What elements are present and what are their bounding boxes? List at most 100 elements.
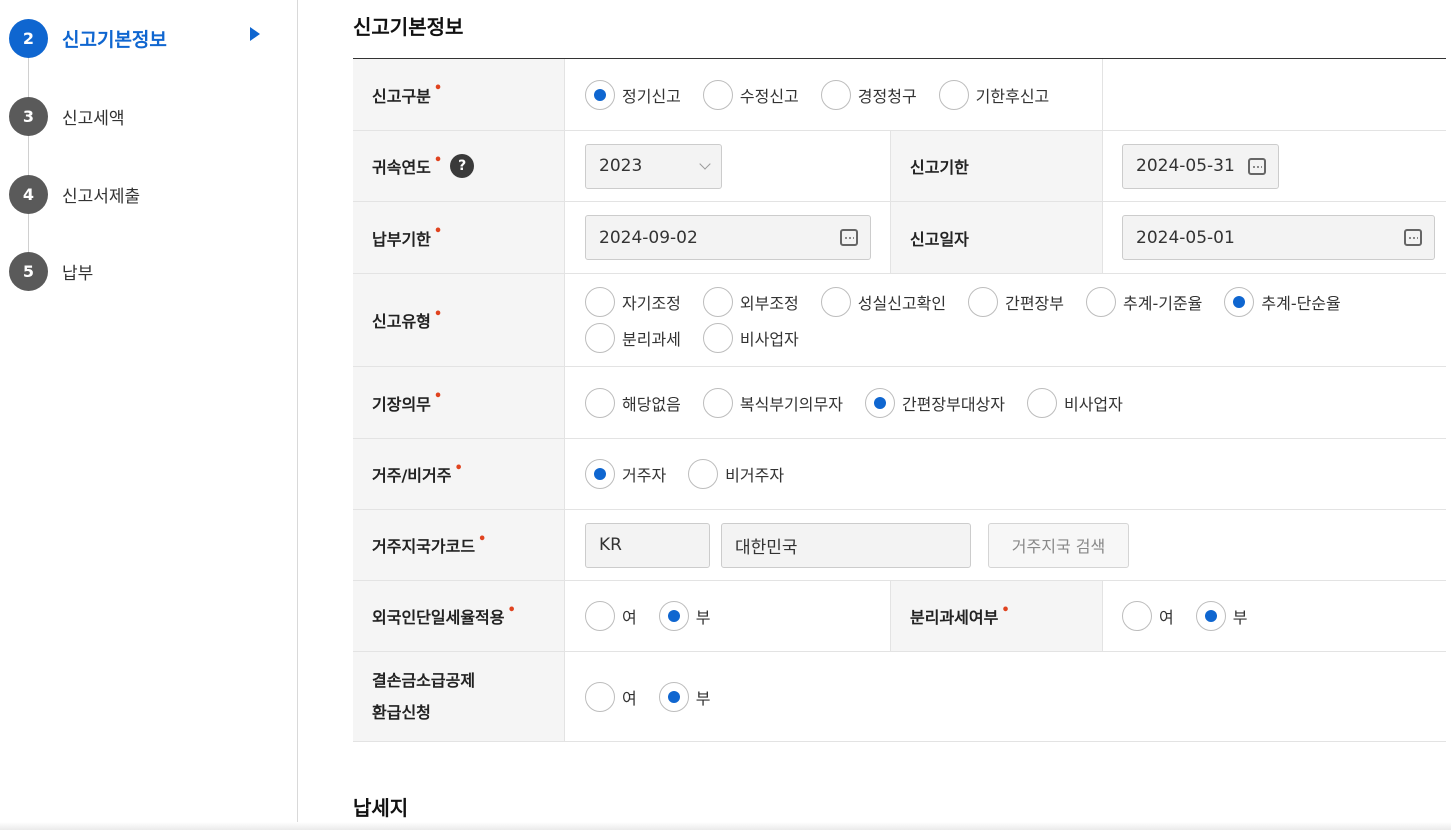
- separate-tax-radio-option[interactable]: 여: [1122, 600, 1174, 632]
- radio-unchecked-icon[interactable]: [1026, 387, 1057, 418]
- step-label: 신고서제출: [62, 187, 141, 207]
- separate-tax-cell: 여부: [1104, 581, 1446, 651]
- radio-unchecked-icon[interactable]: [702, 287, 733, 317]
- step-basic-info[interactable]: 2 신고기본정보: [9, 19, 167, 58]
- radio-unchecked-icon[interactable]: [1122, 601, 1152, 631]
- filing-type-radio-option[interactable]: 간편장부: [968, 286, 1064, 318]
- label-residency: 거주/비거주 •: [353, 439, 565, 509]
- foreign-flat-tax-radio-option[interactable]: 부: [658, 600, 710, 632]
- bookkeeping-cell: 해당없음 복식부기의무자 간편장부대상자 비사업자: [566, 367, 1446, 438]
- label-text: 신고구분: [372, 86, 431, 106]
- radio-label: 외부조정: [739, 294, 799, 313]
- report-type-radio-option[interactable]: 경정청구: [820, 79, 917, 111]
- filing-type-radio-option[interactable]: 비사업자: [702, 322, 799, 354]
- radio-unchecked-icon[interactable]: [938, 79, 969, 110]
- radio-unchecked-icon[interactable]: [702, 79, 733, 110]
- filing-type-radio-option[interactable]: 추계-기준율: [1086, 286, 1202, 318]
- bookkeeping-radio-option[interactable]: 비사업자: [1026, 387, 1123, 419]
- radio-label: 부: [1232, 608, 1248, 627]
- radio-checked-icon[interactable]: [1195, 601, 1226, 631]
- filing-type-radio-option[interactable]: 자기조정: [585, 286, 681, 318]
- radio-label: 해당없음: [622, 394, 681, 414]
- label-text: 귀속연도: [372, 158, 431, 177]
- radio-unchecked-icon[interactable]: [585, 387, 615, 418]
- label-text: 신고유형: [372, 312, 431, 331]
- report-date-field[interactable]: 2024-05-01: [1122, 215, 1435, 260]
- pay-deadline-field[interactable]: 2024-09-02: [585, 215, 871, 260]
- radio-checked-icon[interactable]: [658, 681, 689, 712]
- foreign-flat-tax-radio-option[interactable]: 여: [585, 600, 637, 632]
- radio-label: 기한후신고: [975, 86, 1050, 106]
- radio-unchecked-icon[interactable]: [820, 287, 851, 317]
- bookkeeping-radio-option[interactable]: 해당없음: [585, 387, 681, 419]
- country-search-button[interactable]: 거주지국 검색: [988, 522, 1129, 568]
- step-number: 4: [9, 175, 48, 214]
- filing-type-radio-option[interactable]: 성실신고확인: [820, 286, 946, 318]
- radio-label: 추계-단순율: [1261, 294, 1341, 313]
- country-code-field[interactable]: KR: [585, 522, 710, 568]
- radio-checked-icon[interactable]: [585, 459, 615, 489]
- bookkeeping-radio-option[interactable]: 복식부기의무자: [702, 387, 843, 419]
- step-label: 납부: [62, 264, 94, 284]
- caret-right-icon: [250, 27, 260, 41]
- radio-unchecked-icon[interactable]: [820, 79, 851, 110]
- radio-unchecked-icon[interactable]: [702, 387, 733, 418]
- report-date-value: 2024-05-01: [1136, 227, 1235, 248]
- label-filing-type: 신고유형 •: [353, 274, 565, 366]
- chevron-down-icon: [699, 158, 711, 170]
- report-type-radio-option[interactable]: 정기신고: [585, 79, 681, 111]
- step-payment[interactable]: 5 납부: [9, 252, 93, 291]
- filing-type-radio-option[interactable]: 추계-단순율: [1224, 286, 1341, 318]
- country-name-field[interactable]: 대한민국: [721, 522, 971, 568]
- label-report-date: 신고일자: [890, 202, 1103, 273]
- radio-unchecked-icon[interactable]: [968, 287, 999, 317]
- radio-checked-icon[interactable]: [585, 79, 615, 110]
- step-tax-amount[interactable]: 3 신고세액: [9, 97, 125, 136]
- report-type-radio-option[interactable]: 기한후신고: [938, 79, 1050, 111]
- report-type-radio-option[interactable]: 수정신고: [702, 79, 799, 111]
- label-report-deadline: 신고기한: [890, 131, 1103, 201]
- row-foreign-flat-tax: 외국인단일세율적용 • 여부 분리과세여부 • 여부: [353, 581, 1446, 652]
- country-name-value: 대한민국: [735, 537, 798, 558]
- calendar-icon[interactable]: [840, 229, 858, 246]
- required-mark: •: [454, 460, 463, 476]
- radio-label: 거주자: [622, 466, 667, 485]
- help-icon[interactable]: ?: [450, 154, 475, 178]
- required-mark: •: [433, 224, 443, 239]
- radio-unchecked-icon[interactable]: [1086, 287, 1116, 317]
- radio-unchecked-icon[interactable]: [702, 323, 733, 353]
- filing-type-radio-option[interactable]: 분리과세: [585, 322, 681, 354]
- required-mark: •: [433, 152, 443, 168]
- radio-checked-icon[interactable]: [658, 601, 689, 631]
- calendar-icon[interactable]: [1404, 229, 1422, 246]
- step-number: 5: [9, 252, 48, 291]
- label-report-type: 신고구분 •: [353, 59, 565, 130]
- loss-carryback-radio-option[interactable]: 부: [658, 681, 710, 713]
- filing-type-radio-group: 자기조정 외부조정 성실신고확인 간편장부 추계-기준율 추계-단순율분리과세 비사업자: [585, 286, 1425, 354]
- year-select[interactable]: 2023: [585, 143, 722, 189]
- scroll-fade: [0, 822, 1451, 830]
- radio-checked-icon[interactable]: [864, 387, 895, 418]
- radio-checked-icon[interactable]: [1224, 287, 1255, 317]
- label-foreign-flat-tax: 외국인단일세율적용 •: [353, 581, 565, 651]
- report-deadline-value: 2024-05-31: [1136, 156, 1235, 176]
- residency-radio-option[interactable]: 비거주자: [688, 458, 784, 490]
- report-deadline-field[interactable]: 2024-05-31: [1122, 143, 1279, 189]
- label-text: 결손금소급공제: [372, 670, 476, 690]
- loss-carryback-cell: 여부: [566, 652, 1446, 741]
- separate-tax-radio-option[interactable]: 부: [1195, 600, 1248, 632]
- year-value: 2023: [599, 156, 643, 176]
- residency-radio-option[interactable]: 거주자: [585, 458, 666, 490]
- row-loss-carryback: 결손금소급공제 환급신청 여부: [353, 652, 1446, 742]
- bookkeeping-radio-option[interactable]: 간편장부대상자: [864, 387, 1005, 419]
- calendar-icon[interactable]: [1248, 157, 1266, 175]
- radio-unchecked-icon[interactable]: [585, 323, 615, 353]
- radio-unchecked-icon[interactable]: [585, 601, 615, 631]
- loss-carryback-radio-option[interactable]: 여: [585, 681, 637, 713]
- radio-label: 비사업자: [739, 330, 799, 349]
- radio-unchecked-icon[interactable]: [585, 681, 615, 712]
- filing-type-radio-option[interactable]: 외부조정: [702, 286, 799, 318]
- radio-unchecked-icon[interactable]: [688, 459, 719, 489]
- radio-unchecked-icon[interactable]: [585, 287, 615, 317]
- step-submit[interactable]: 4 신고서제출: [9, 175, 140, 214]
